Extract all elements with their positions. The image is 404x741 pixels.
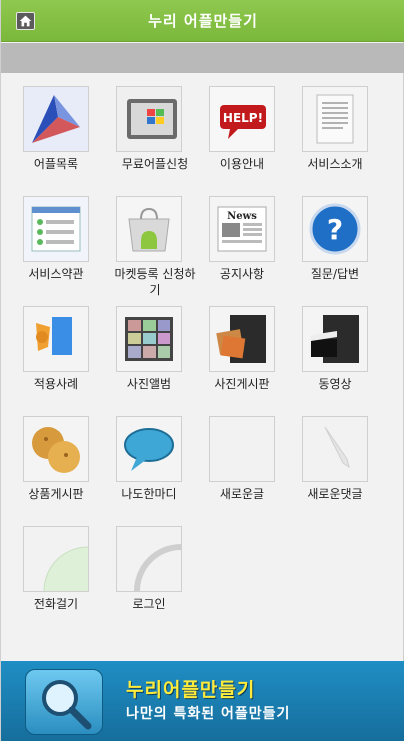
menu-item-qna[interactable]: ? 질문/답변 bbox=[280, 196, 372, 296]
menu-item-label: 동영상 bbox=[318, 377, 352, 391]
menu-item-new-comments[interactable]: 새로운댓글 bbox=[280, 416, 372, 516]
menu-item-market-register[interactable]: 마켓등록 신청하기 bbox=[94, 196, 196, 297]
menu-item-label: 로그인 bbox=[132, 597, 166, 611]
login-icon bbox=[116, 526, 182, 592]
app-frame: 누리 어플만들기 어플목록 무료어플신청 HELP! 이용안내 서비스소개 서비… bbox=[0, 0, 404, 741]
video-icon bbox=[302, 306, 368, 372]
svg-text:News: News bbox=[227, 211, 257, 222]
photo-board-icon bbox=[209, 306, 275, 372]
banner-subtitle: 나만의 특화된 어플만들기 bbox=[126, 706, 291, 722]
menu-item-free-app[interactable]: 무료어플신청 bbox=[94, 86, 188, 186]
top-header: 누리 어플만들기 bbox=[1, 0, 404, 42]
menu-item-terms[interactable]: 서비스약관 bbox=[1, 196, 93, 296]
help-icon: HELP! bbox=[209, 86, 275, 152]
svg-text:?: ? bbox=[327, 213, 343, 246]
menu-item-call[interactable]: 전화걸기 bbox=[1, 526, 93, 626]
menu-item-label: 새로운댓글 bbox=[307, 487, 363, 501]
menu-item-login[interactable]: 로그인 bbox=[94, 526, 186, 626]
menu-item-help[interactable]: HELP! 이용안내 bbox=[187, 86, 279, 186]
question-icon: ? bbox=[302, 196, 368, 262]
menu-item-say-something[interactable]: 나도한마디 bbox=[94, 416, 186, 516]
magnifier-icon bbox=[25, 669, 103, 735]
sub-header-bar bbox=[1, 43, 404, 73]
menu-item-new-posts[interactable]: 새로운글 bbox=[187, 416, 279, 516]
menu-item-app-list[interactable]: 어플목록 bbox=[1, 86, 93, 186]
phone-icon bbox=[23, 526, 89, 592]
news-icon: News bbox=[209, 196, 275, 262]
menu-item-cases[interactable]: 적용사례 bbox=[1, 306, 93, 406]
photo-album-icon bbox=[116, 306, 182, 372]
document-icon bbox=[302, 86, 368, 152]
banner-title: 누리어플만들기 bbox=[126, 679, 256, 701]
product-icon bbox=[23, 416, 89, 482]
menu-item-service-intro[interactable]: 서비스소개 bbox=[280, 86, 372, 186]
windows-icon bbox=[116, 86, 182, 152]
case-icon bbox=[23, 306, 89, 372]
menu-item-video[interactable]: 동영상 bbox=[280, 306, 372, 406]
new-comment-icon bbox=[302, 416, 368, 482]
menu-item-label: 서비스소개 bbox=[307, 157, 363, 171]
menu-item-notice[interactable]: News 공지사항 bbox=[187, 196, 279, 296]
promo-banner[interactable]: 누리어플만들기 나만의 특화된 어플만들기 bbox=[1, 661, 404, 741]
new-post-icon bbox=[209, 416, 275, 482]
svg-text:HELP!: HELP! bbox=[223, 111, 263, 125]
menu-item-label: 질문/답변 bbox=[310, 267, 360, 281]
android-market-icon bbox=[116, 196, 182, 262]
terms-icon bbox=[23, 196, 89, 262]
page-title: 누리 어플만들기 bbox=[148, 12, 258, 30]
menu-item-photo-board[interactable]: 사진게시판 bbox=[187, 306, 279, 406]
menu-item-product-board[interactable]: 상품게시판 bbox=[1, 416, 93, 516]
speech-bubble-icon bbox=[116, 416, 182, 482]
menu-item-photo-album[interactable]: 사진앨범 bbox=[94, 306, 186, 406]
app-list-icon bbox=[23, 86, 89, 152]
